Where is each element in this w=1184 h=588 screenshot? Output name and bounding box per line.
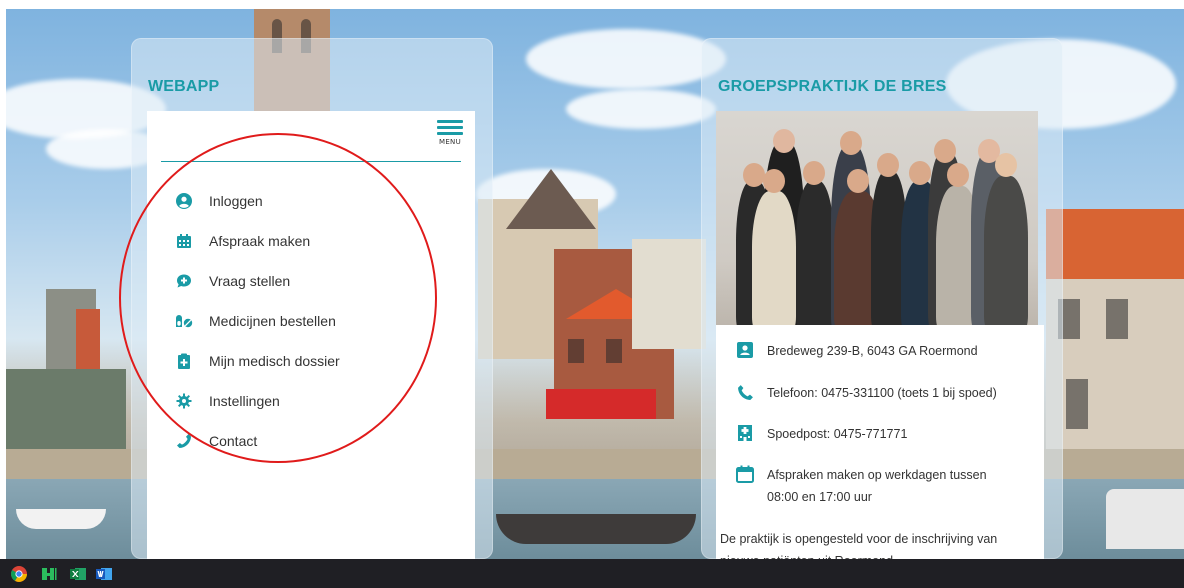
description-clip: De praktijk is opengesteld voor de insch… [716,528,1044,559]
cloud [566,89,716,129]
menu-item-label: Medicijnen bestellen [209,313,336,329]
menu-label: MENU [438,138,462,146]
user-circle-icon [175,192,193,210]
menu-item-inloggen[interactable]: Inloggen [175,181,340,221]
hyper-terminal-icon[interactable] [41,566,57,582]
address-card-icon [735,340,755,360]
emergency-row: Spoedpost: 0475-771771 [735,423,907,445]
boat [496,514,696,544]
menu-list: Inloggen Afspraak maken Vraag stellen Me… [175,181,340,461]
hospital-icon [735,423,755,443]
comment-plus-icon [175,272,193,290]
webapp-menu-card: MENU Inloggen Afspraak maken Vraag stell… [147,111,475,559]
menu-item-medicijnen-bestellen[interactable]: Medicijnen bestellen [175,301,340,341]
menu-button[interactable]: MENU [435,117,465,146]
taskbar [0,559,1184,588]
menu-item-label: Inloggen [209,193,263,209]
phone-row: Telefoon: 0475-331100 (toets 1 bij spoed… [735,382,997,404]
medical-file-icon [175,352,193,370]
practice-description: De praktijk is opengesteld voor de insch… [720,532,998,559]
menu-item-label: Contact [209,433,258,449]
menu-item-label: Afspraak maken [209,233,311,249]
menu-item-afspraak-maken[interactable]: Afspraak maken [175,221,340,261]
menu-item-label: Vraag stellen [209,273,291,289]
hours-row: Afspraken maken op werkdagen tussen 08:0… [735,464,987,508]
pills-icon [175,312,193,330]
phone-icon [175,432,193,450]
red-awning [546,389,656,419]
cloud [526,29,726,89]
address-text: Bredeweg 239-B, 6043 GA Roermond [767,344,978,358]
practice-title: GROEPSPRAKTIJK DE BRES [718,78,947,95]
menu-item-contact[interactable]: Contact [175,421,340,461]
menu-item-mijn-medisch-dossier[interactable]: Mijn medisch dossier [175,341,340,381]
hours-text: Afspraken maken op werkdagen tussen 08:0… [767,464,987,508]
boat [1106,489,1184,549]
hours-line-2: 08:00 en 17:00 uur [767,490,872,504]
word-icon[interactable] [96,566,112,582]
menu-item-instellingen[interactable]: Instellingen [175,381,340,421]
hamburger-icon [437,120,463,123]
webapp-title: WEBAPP [148,78,220,95]
menu-item-vraag-stellen[interactable]: Vraag stellen [175,261,340,301]
address-row: Bredeweg 239-B, 6043 GA Roermond [735,340,978,362]
gear-icon [175,392,193,410]
excel-icon[interactable] [70,566,86,582]
phone-text[interactable]: Telefoon: 0475-331100 (toets 1 bij spoed… [767,382,997,404]
team-photo [716,111,1038,325]
menu-item-label: Instellingen [209,393,280,409]
calendar-icon [735,464,755,484]
phone-icon [735,382,755,402]
calendar-icon [175,232,193,250]
emergency-text[interactable]: Spoedpost: 0475-771771 [767,423,907,445]
chrome-icon[interactable] [11,566,27,582]
hours-line-1: Afspraken maken op werkdagen tussen [767,468,987,482]
menu-item-label: Mijn medisch dossier [209,353,340,369]
boat [16,509,106,529]
menu-divider [161,161,461,162]
